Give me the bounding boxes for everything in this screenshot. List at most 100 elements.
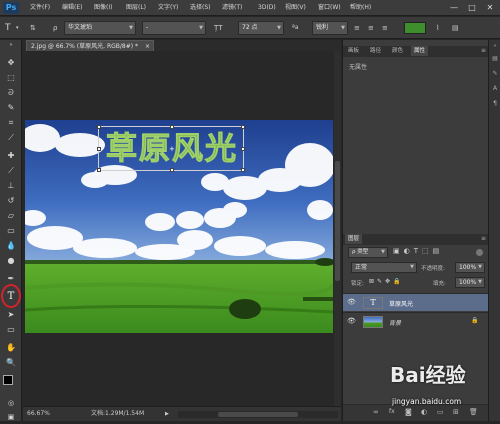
brush-tool-icon[interactable]: ⟋ [4,164,18,178]
layer-name[interactable]: 草原风光 [389,299,413,308]
baidu-watermark: Bai经验 jingyan.baidu.com [390,358,500,418]
layers-tab-bar: 图层 ≡ [343,234,489,245]
tab-artboard[interactable]: 画板 [345,46,362,56]
visibility-eye-icon[interactable]: 👁 [347,298,356,306]
character-panel-icon[interactable]: A [491,85,499,93]
filter-toggle-icon[interactable] [476,249,483,256]
scrollbar-thumb[interactable] [335,161,340,281]
menu-layer[interactable]: 图层(L) [126,3,146,13]
transform-handle[interactable] [97,125,101,129]
panel-menu-icon[interactable]: ≡ [481,47,486,54]
layer-lock-icon: 🔒 [471,317,479,324]
clone-stamp-tool-icon[interactable]: ⊥ [4,179,18,193]
brush-panel-icon[interactable]: ✎ [491,70,499,78]
vertical-scrollbar[interactable] [334,51,341,406]
fill-input[interactable]: 100% ▼ [455,277,485,288]
tab-properties[interactable]: 属性 [411,46,429,56]
watermark-text: Bai经验 [390,363,466,387]
tab-layers[interactable]: 图层 [345,234,363,244]
align-center-icon[interactable]: ≡ [368,21,374,35]
warp-text-icon[interactable]: ⌇ [436,21,439,35]
zoom-level[interactable]: 66.67% [27,407,50,421]
zoom-tool-icon[interactable]: 🔍 [4,356,18,370]
paragraph-panel-icon[interactable]: ¶ [491,100,499,108]
crop-tool-icon[interactable]: ⌗ [4,116,18,130]
antialias-select[interactable]: 锐利 ▼ [312,21,348,35]
gradient-tool-icon[interactable]: ▭ [4,224,18,238]
close-window-button[interactable]: ✕ [482,1,498,14]
minimize-button[interactable]: — [446,1,462,14]
status-menu-arrow-icon[interactable]: ▶ [165,407,169,421]
horizontal-scrollbar-thumb[interactable] [218,412,298,417]
type-tool-highlight-circle [1,284,21,308]
collapse-panels-icon[interactable]: « [491,42,499,50]
quick-mask-icon[interactable]: ◎ [4,396,18,410]
tab-paths[interactable]: 路径 [367,46,384,56]
visibility-eye-icon[interactable]: 👁 [347,317,356,325]
layer-row[interactable]: 👁 T 草原风光 [343,293,489,311]
link-icon[interactable]: ∞ [373,408,379,416]
layer-filter-select[interactable]: ρ 类型 ▼ [348,247,388,258]
properties-empty-text: 无属性 [349,64,368,71]
layer-row[interactable]: 👁 背景 🔒 [343,312,489,330]
move-tool-icon[interactable]: ✥ [4,56,18,70]
rectangle-tool-icon[interactable]: ▭ [4,323,18,337]
type-tool-preset-icon[interactable]: T [5,21,11,35]
lasso-tool-icon[interactable]: ᘐ [4,86,18,100]
menu-help[interactable]: 帮助(H) [350,3,371,13]
healing-brush-tool-icon[interactable]: ✚ [4,149,18,163]
text-orientation-icon[interactable]: ⇅ [30,21,36,35]
character-panel-icon[interactable]: ▤ [452,21,459,35]
watermark-url: jingyan.baidu.com [392,397,462,406]
menu-filter[interactable]: 滤镜(T) [222,3,242,13]
history-brush-tool-icon[interactable]: ↺ [4,194,18,208]
hand-tool-icon[interactable]: ✋ [4,341,18,355]
menu-3d[interactable]: 3D(D) [258,3,276,13]
dodge-tool-icon[interactable]: ● [4,254,18,268]
restore-button[interactable]: □ [464,1,480,14]
preset-caret-icon[interactable]: ▾ [16,21,19,35]
transform-handle[interactable] [97,168,101,172]
transform-handle[interactable] [170,168,174,172]
document-image[interactable]: 草原风光 + [25,120,333,333]
marquee-tool-icon[interactable]: ⬚ [4,71,18,85]
tab-color[interactable]: 颜色 [389,46,406,56]
eraser-tool-icon[interactable]: ▱ [4,209,18,223]
layer-filter-icons[interactable]: ▣◐T⬚▤ [393,247,443,255]
horizontal-scrollbar[interactable] [178,411,338,418]
menu-file[interactable]: 文件(F) [30,3,50,13]
transform-handle[interactable] [170,125,174,129]
font-size-icon: ȚT [214,24,223,32]
collapse-toolbar-icon[interactable]: » [4,42,18,48]
history-panel-icon[interactable]: ▤ [491,55,499,63]
screen-mode-icon[interactable]: ▣ [4,410,18,424]
text-color-swatch[interactable] [404,22,426,34]
blend-mode-select[interactable]: 正常 ▼ [351,262,417,273]
layer-name[interactable]: 背景 [389,318,401,327]
font-family-select[interactable]: 华文琥珀 ▼ [64,21,136,35]
align-left-icon[interactable]: ≡ [354,21,360,35]
align-right-icon[interactable]: ≡ [382,21,388,35]
menu-type[interactable]: 文字(Y) [158,3,178,13]
menu-edit[interactable]: 编辑(E) [62,3,82,13]
foreground-color-swatch[interactable] [3,375,13,385]
text-transform-box[interactable]: 草原风光 + [97,125,245,172]
menu-select[interactable]: 选择(S) [190,3,211,13]
transform-handle[interactable] [241,125,245,129]
font-size-input[interactable]: 72 点 ▼ [238,21,284,35]
quick-select-tool-icon[interactable]: ✎ [4,101,18,115]
document-tab[interactable]: 2.jpg @ 66.7% (草原风光, RGB/8#) * × [26,40,154,51]
eyedropper-tool-icon[interactable]: ⟋ [4,131,18,145]
transform-handle[interactable] [241,168,245,172]
menu-window[interactable]: 窗口(W) [318,3,341,13]
layers-panel-menu-icon[interactable]: ≡ [481,235,486,242]
menu-view[interactable]: 视图(V) [285,3,306,13]
path-selection-tool-icon[interactable]: ➤ [4,308,18,322]
font-style-select[interactable]: - ▼ [142,21,206,35]
lock-icons[interactable]: ⊠✎✥🔒 [369,278,404,285]
menu-image[interactable]: 图像(I) [94,3,112,13]
text-layer-thumbnail: T [363,297,383,309]
opacity-input[interactable]: 100% ▼ [455,262,485,273]
document-tab-title: 2.jpg @ 66.7% (草原风光, RGB/8#) * [31,43,138,50]
blur-tool-icon[interactable]: 💧 [4,239,18,253]
